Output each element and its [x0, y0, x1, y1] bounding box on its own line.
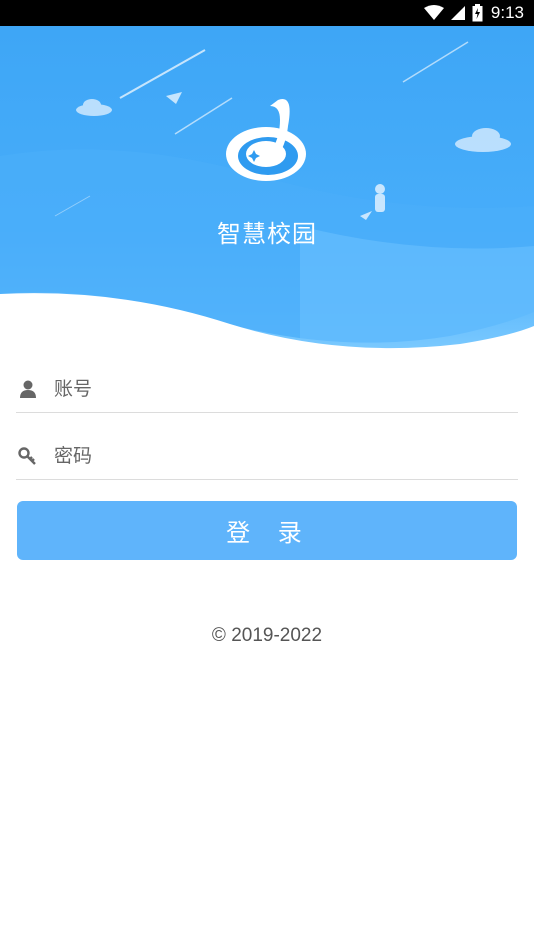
password-field[interactable] — [16, 432, 518, 480]
battery-icon — [472, 4, 483, 22]
account-field[interactable] — [16, 365, 518, 413]
account-underline — [16, 412, 518, 413]
wifi-icon — [423, 5, 444, 20]
status-icons: 9:13 — [423, 0, 524, 26]
header-banner: 智慧校园 — [0, 26, 534, 356]
user-icon — [20, 380, 36, 398]
copyright-text: © 2019-2022 — [211, 625, 323, 646]
password-input[interactable] — [54, 438, 514, 474]
status-bar: 9:13 — [0, 0, 534, 26]
account-input[interactable] — [54, 371, 514, 407]
password-underline — [16, 479, 518, 480]
sky-background — [0, 26, 534, 356]
login-button[interactable]: 登 录 — [17, 501, 517, 560]
key-icon — [18, 447, 36, 465]
campus-logo — [226, 99, 306, 181]
app-title: 智慧校园 — [217, 220, 317, 248]
signal-icon — [450, 6, 465, 20]
status-time: 9:13 — [490, 3, 524, 22]
